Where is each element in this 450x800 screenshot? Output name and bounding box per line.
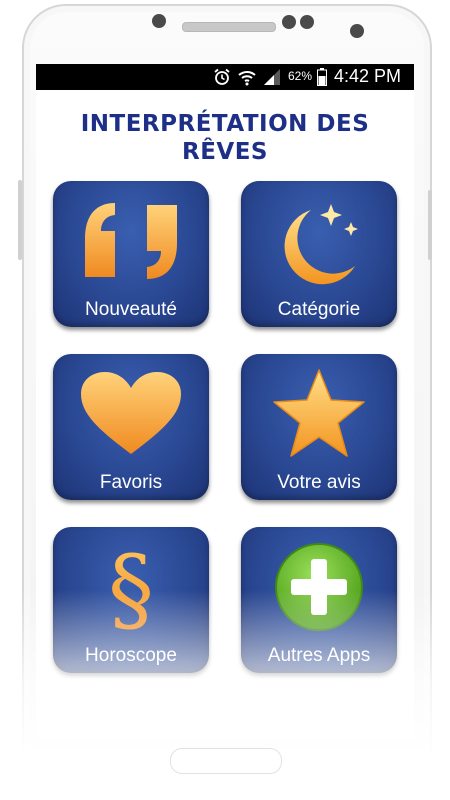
home-button[interactable] — [170, 748, 282, 774]
heart-icon — [53, 362, 209, 466]
status-bar: 62% 4:42 PM — [36, 64, 414, 90]
wifi-icon — [236, 68, 258, 86]
front-sensor — [152, 14, 166, 28]
menu-tile-label: Catégorie — [277, 299, 361, 320]
svg-text:§: § — [108, 539, 154, 635]
menu-tile-favoris[interactable]: Favoris — [53, 354, 209, 500]
alarm-icon — [212, 68, 232, 86]
battery-percent: 62% — [288, 69, 313, 83]
plus-circle-icon — [241, 535, 397, 639]
app-screen: 62% 4:42 PM Interprétation des rêves Nou… — [36, 64, 414, 740]
menu-tile-nouveaute[interactable]: Nouveauté — [53, 181, 209, 327]
front-camera — [350, 24, 364, 38]
app-title: Interprétation des rêves — [80, 111, 370, 165]
section-sign-icon: § — [53, 535, 209, 639]
star-icon — [241, 362, 397, 466]
menu-tile-horoscope[interactable]: § Horoscope — [53, 527, 209, 673]
menu-tile-label: Favoris — [99, 472, 163, 493]
menu-tile-autres-apps[interactable]: Autres Apps — [241, 527, 397, 673]
earpiece-speaker — [182, 22, 276, 32]
power-button — [428, 190, 432, 260]
clock-time: 4:42 PM — [334, 66, 402, 86]
menu-tile-label: Autres Apps — [267, 645, 371, 666]
volume-button — [18, 180, 22, 260]
signal-icon — [262, 68, 282, 86]
light-sensor — [300, 15, 314, 29]
moon-stars-icon — [241, 189, 397, 293]
quote-icon — [53, 189, 209, 293]
menu-tile-label: Horoscope — [85, 645, 177, 666]
menu-tile-votre-avis[interactable]: Votre avis — [241, 354, 397, 500]
phone-top-bezel — [0, 0, 450, 64]
menu-tile-categorie[interactable]: Catégorie — [241, 181, 397, 327]
menu-tile-label: Votre avis — [277, 472, 361, 493]
battery-icon — [316, 68, 328, 86]
menu-tile-label: Nouveauté — [85, 299, 177, 320]
proximity-sensor — [282, 15, 296, 29]
